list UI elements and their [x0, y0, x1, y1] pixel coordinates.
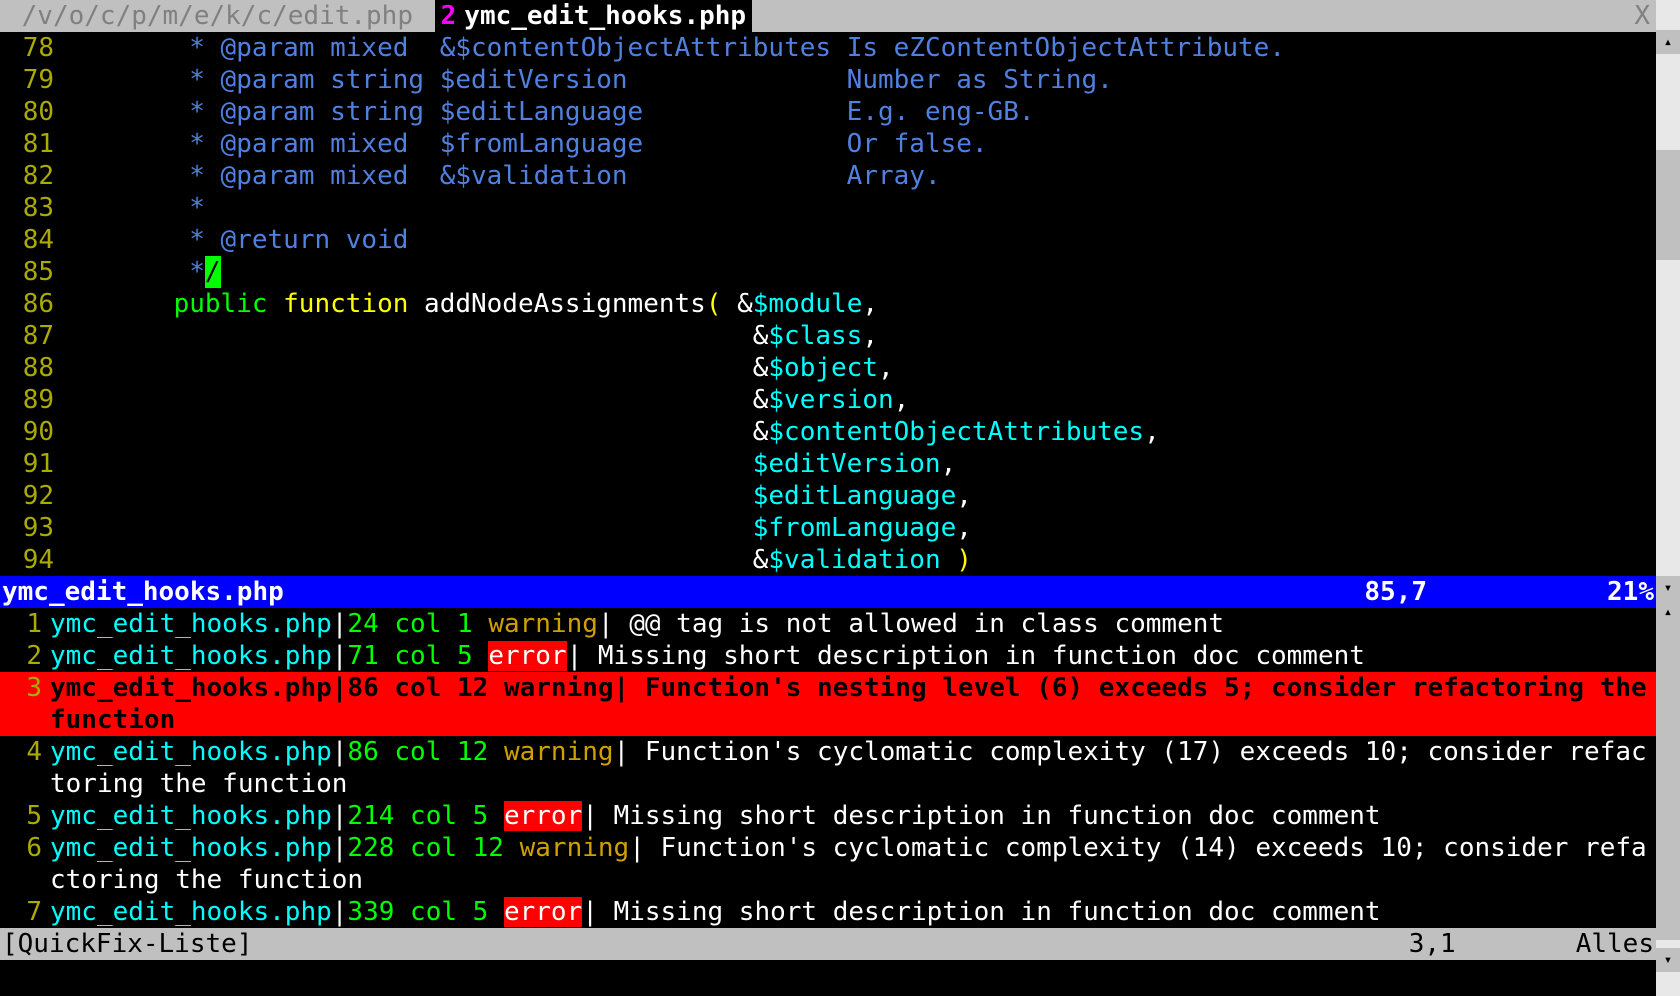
code-line[interactable]: 87 &$class, — [0, 320, 1656, 352]
code-line[interactable]: 81 * @param mixed $fromLanguage Or false… — [0, 128, 1656, 160]
quickfix-item[interactable]: 2ymc_edit_hooks.php|71 col 5 error| Miss… — [0, 640, 1656, 672]
scroll-down-icon[interactable]: ▾ — [1656, 948, 1680, 972]
code-line[interactable]: 80 * @param string $editLanguage E.g. en… — [0, 96, 1656, 128]
quickfix-line-number: 6 — [0, 832, 50, 896]
tab-active[interactable]: 2 ymc_edit_hooks.php — [435, 0, 752, 32]
tab-filename: ymc_edit_hooks.php — [464, 0, 746, 32]
quickfix-item[interactable]: 6ymc_edit_hooks.php|228 col 12 warning| … — [0, 832, 1656, 896]
line-number: 81 — [0, 128, 64, 160]
quickfix-item[interactable]: 4ymc_edit_hooks.php|86 col 12 warning| F… — [0, 736, 1656, 800]
scroll-thumb-quickfix[interactable] — [1656, 624, 1680, 940]
code-line[interactable]: 90 &$contentObjectAttributes, — [0, 416, 1656, 448]
quickfix-line-number: 3 — [0, 672, 50, 736]
quickfix-line-number: 5 — [0, 800, 50, 832]
line-number: 85 — [0, 256, 64, 288]
code-line[interactable]: 82 * @param mixed &$validation Array. — [0, 160, 1656, 192]
quickfix-line-number: 1 — [0, 608, 50, 640]
code-line[interactable]: 83 * — [0, 192, 1656, 224]
quickfix-line-number: 7 — [0, 896, 50, 928]
line-number: 90 — [0, 416, 64, 448]
code-line[interactable]: 88 &$object, — [0, 352, 1656, 384]
code-line[interactable]: 92 $editLanguage, — [0, 480, 1656, 512]
code-line[interactable]: 79 * @param string $editVersion Number a… — [0, 64, 1656, 96]
code-line[interactable]: 84 * @return void — [0, 224, 1656, 256]
quickfix-percent: Alles — [1576, 928, 1656, 960]
quickfix-title: [QuickFix-Liste] — [0, 928, 1409, 960]
line-number: 89 — [0, 384, 64, 416]
quickfix-line-number: 2 — [0, 640, 50, 672]
line-number: 93 — [0, 512, 64, 544]
quickfix-body: ymc_edit_hooks.php|339 col 5 error| Miss… — [50, 896, 1656, 928]
code-line[interactable]: 85 */ — [0, 256, 1656, 288]
line-number: 79 — [0, 64, 64, 96]
tab-bar: /v/o/c/p/m/e/k/c/edit.php 2 ymc_edit_hoo… — [0, 0, 1656, 32]
line-number: 80 — [0, 96, 64, 128]
code-pane[interactable]: 78 * @param mixed &$contentObjectAttribu… — [0, 32, 1656, 576]
main-column: /v/o/c/p/m/e/k/c/edit.php 2 ymc_edit_hoo… — [0, 0, 1656, 996]
line-number: 88 — [0, 352, 64, 384]
status-cursor-pos: 85,7 — [1364, 576, 1607, 608]
status-bar-code: ymc_edit_hooks.php 85,7 21% — [0, 576, 1656, 608]
status-percent: 21% — [1607, 576, 1656, 608]
status-filename: ymc_edit_hooks.php — [0, 576, 1364, 608]
status-bar-quickfix: [QuickFix-Liste] 3,1 Alles — [0, 928, 1656, 960]
quickfix-body: ymc_edit_hooks.php|86 col 12 warning| Fu… — [50, 736, 1656, 800]
tab-close-button[interactable]: X — [1628, 0, 1656, 32]
code-line[interactable]: 93 $fromLanguage, — [0, 512, 1656, 544]
quickfix-body: ymc_edit_hooks.php|214 col 5 error| Miss… — [50, 800, 1656, 832]
quickfix-body: ymc_edit_hooks.php|86 col 12 warning| Fu… — [50, 672, 1656, 736]
scroll-up-icon[interactable]: ▴ — [1656, 600, 1680, 624]
quickfix-item[interactable]: 5ymc_edit_hooks.php|214 col 5 error| Mis… — [0, 800, 1656, 832]
code-line[interactable]: 78 * @param mixed &$contentObjectAttribu… — [0, 32, 1656, 64]
quickfix-body: ymc_edit_hooks.php|24 col 1 warning| @@ … — [50, 608, 1656, 640]
command-line[interactable] — [0, 960, 1656, 992]
line-number: 82 — [0, 160, 64, 192]
quickfix-item[interactable]: 3ymc_edit_hooks.php|86 col 12 warning| F… — [0, 672, 1656, 736]
line-number: 92 — [0, 480, 64, 512]
line-number: 86 — [0, 288, 64, 320]
line-number: 83 — [0, 192, 64, 224]
editor-root: /v/o/c/p/m/e/k/c/edit.php 2 ymc_edit_hoo… — [0, 0, 1680, 996]
scroll-thumb-code[interactable] — [1656, 150, 1680, 260]
line-number: 78 — [0, 32, 64, 64]
scrollbar-area: ▴ ▾ ▴ ▾ — [1656, 0, 1680, 996]
line-number: 94 — [0, 544, 64, 576]
tab-number: 2 — [441, 0, 457, 32]
line-number: 87 — [0, 320, 64, 352]
quickfix-item[interactable]: 7ymc_edit_hooks.php|339 col 5 error| Mis… — [0, 896, 1656, 928]
quickfix-body: ymc_edit_hooks.php|228 col 12 warning| F… — [50, 832, 1656, 896]
code-line[interactable]: 89 &$version, — [0, 384, 1656, 416]
code-line[interactable]: 94 &$validation ) — [0, 544, 1656, 576]
code-line[interactable]: 91 $editVersion, — [0, 448, 1656, 480]
quickfix-item[interactable]: 1ymc_edit_hooks.php|24 col 1 warning| @@… — [0, 608, 1656, 640]
quickfix-line-number: 4 — [0, 736, 50, 800]
line-number: 84 — [0, 224, 64, 256]
quickfix-pane[interactable]: 1ymc_edit_hooks.php|24 col 1 warning| @@… — [0, 608, 1656, 928]
scroll-up-icon[interactable]: ▴ — [1656, 30, 1680, 54]
tab-inactive[interactable]: /v/o/c/p/m/e/k/c/edit.php — [0, 0, 435, 32]
quickfix-body: ymc_edit_hooks.php|71 col 5 error| Missi… — [50, 640, 1656, 672]
line-number: 91 — [0, 448, 64, 480]
code-line[interactable]: 86 public function addNodeAssignments( &… — [0, 288, 1656, 320]
quickfix-cursor-pos: 3,1 — [1409, 928, 1576, 960]
